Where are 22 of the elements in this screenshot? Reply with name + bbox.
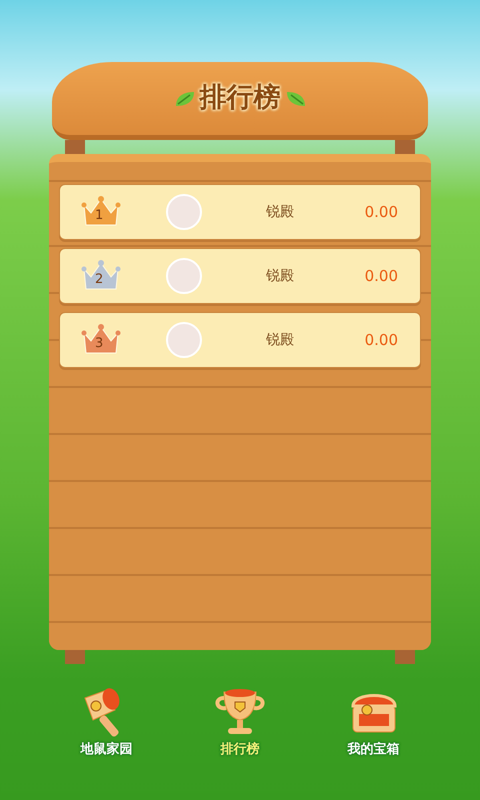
avatar-placeholder bbox=[166, 322, 202, 358]
post bbox=[395, 140, 415, 154]
post bbox=[65, 650, 85, 664]
player-name: 锐殿 bbox=[266, 266, 294, 286]
rank-number: 1 bbox=[95, 207, 104, 226]
post bbox=[395, 650, 415, 664]
score: 0.00 bbox=[364, 330, 398, 351]
avatar-placeholder bbox=[166, 258, 202, 294]
post bbox=[65, 140, 85, 154]
nav-tab[interactable]: 我的宝箱 bbox=[343, 684, 404, 760]
leaf-icon bbox=[174, 90, 196, 108]
rank-number: 2 bbox=[95, 271, 104, 290]
score: 0.00 bbox=[364, 266, 398, 287]
rank-number: 3 bbox=[95, 335, 104, 354]
score: 0.00 bbox=[364, 202, 398, 223]
leaf-icon bbox=[284, 90, 306, 108]
player-name: 锐殿 bbox=[266, 330, 294, 350]
nav-tab[interactable]: 地鼠家园 bbox=[76, 684, 137, 760]
player-name: 锐殿 bbox=[266, 202, 294, 222]
avatar-placeholder bbox=[166, 194, 202, 230]
page-title: 排行榜 bbox=[200, 81, 280, 116]
nav-tab[interactable]: 排行榜 bbox=[210, 684, 270, 760]
